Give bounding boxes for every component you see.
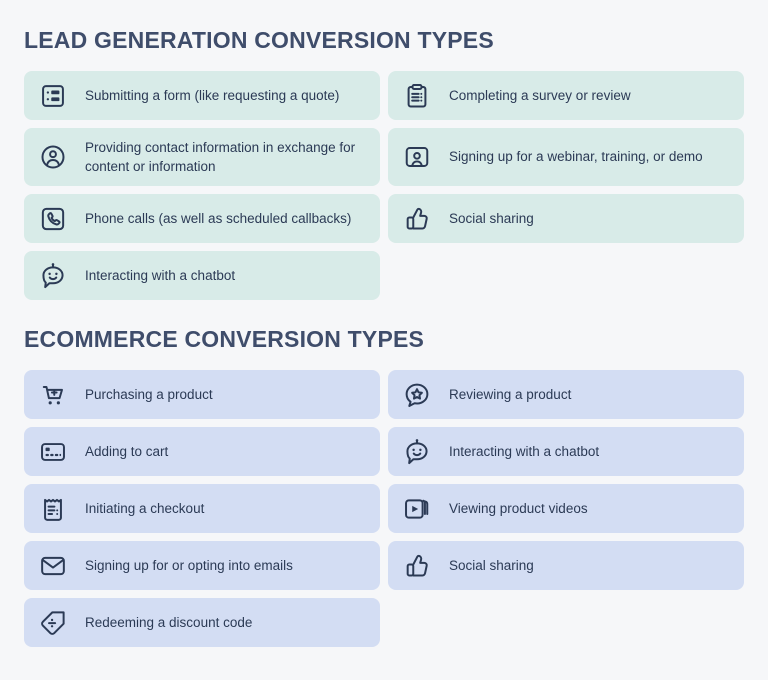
review-star-bubble-icon: [402, 380, 432, 410]
conversion-type-card[interactable]: Completing a survey or review: [388, 71, 744, 120]
conversion-type-card[interactable]: Purchasing a product: [24, 370, 380, 419]
conversion-type-label: Social sharing: [449, 557, 534, 573]
conversion-type-label: Signing up for a webinar, training, or d…: [449, 149, 703, 165]
conversion-type-card[interactable]: Reviewing a product: [388, 370, 744, 419]
thumbs-up-icon: [402, 551, 432, 581]
phone-icon: [38, 204, 68, 234]
ecommerce-section-title: ECOMMERCE CONVERSION TYPES: [24, 326, 425, 352]
conversion-type-card[interactable]: Social sharing: [388, 541, 744, 590]
conversion-type-card[interactable]: Interacting with a chatbot: [388, 427, 744, 476]
video-play-icon: [402, 494, 432, 524]
envelope-icon: [38, 551, 68, 581]
form-icon: [38, 81, 68, 111]
conversion-type-label: Social sharing: [449, 210, 534, 226]
user-circle-icon: [38, 142, 68, 172]
conversion-type-card[interactable]: Providing contact information in exchang…: [24, 128, 380, 186]
conversion-type-label: Redeeming a discount code: [85, 614, 253, 630]
conversion-type-label: Completing a survey or review: [449, 87, 631, 103]
lead-generation-section-title: LEAD GENERATION CONVERSION TYPES: [24, 27, 494, 53]
conversion-type-label: Interacting with a chatbot: [85, 267, 236, 283]
thumbs-up-icon: [402, 204, 432, 234]
conversion-type-label: Purchasing a product: [85, 386, 213, 402]
conversion-type-label: Providing contact information in exchang…: [85, 139, 356, 174]
conversion-type-card[interactable]: Initiating a checkout: [24, 484, 380, 533]
conversion-type-label: Phone calls (as well as scheduled callba…: [85, 210, 352, 226]
credit-card-icon: [38, 437, 68, 467]
conversion-type-label: Reviewing a product: [449, 386, 572, 402]
conversion-type-label: Viewing product videos: [449, 500, 588, 516]
user-card-icon: [402, 142, 432, 172]
grid-filler: [388, 598, 744, 647]
conversion-type-card[interactable]: Phone calls (as well as scheduled callba…: [24, 194, 380, 243]
receipt-icon: [38, 494, 68, 524]
clipboard-icon: [402, 81, 432, 111]
conversion-type-card[interactable]: Redeeming a discount code: [24, 598, 380, 647]
chatbot-icon: [38, 261, 68, 291]
lead-generation-card-grid: Submitting a form (like requesting a quo…: [24, 71, 744, 300]
discount-tag-icon: [38, 608, 68, 638]
conversion-type-label: Interacting with a chatbot: [449, 443, 600, 459]
conversion-type-card[interactable]: Signing up for a webinar, training, or d…: [388, 128, 744, 186]
conversion-type-card[interactable]: Adding to cart: [24, 427, 380, 476]
conversion-type-label: Signing up for or opting into emails: [85, 557, 293, 573]
cart-plus-icon: [38, 380, 68, 410]
conversion-type-label: Adding to cart: [85, 443, 169, 459]
conversion-type-card[interactable]: Interacting with a chatbot: [24, 251, 380, 300]
chatbot-icon: [402, 437, 432, 467]
ecommerce-card-grid: Purchasing a product Reviewing a product A…: [24, 370, 744, 647]
conversion-type-card[interactable]: Viewing product videos: [388, 484, 744, 533]
conversion-type-card[interactable]: Signing up for or opting into emails: [24, 541, 380, 590]
conversion-type-card[interactable]: Submitting a form (like requesting a quo…: [24, 71, 380, 120]
conversion-type-label: Initiating a checkout: [85, 500, 205, 516]
infographic-page: LEAD GENERATION CONVERSION TYPES Submitt…: [0, 0, 768, 680]
conversion-type-card[interactable]: Social sharing: [388, 194, 744, 243]
conversion-type-label: Submitting a form (like requesting a quo…: [85, 87, 340, 103]
grid-filler: [388, 251, 744, 300]
